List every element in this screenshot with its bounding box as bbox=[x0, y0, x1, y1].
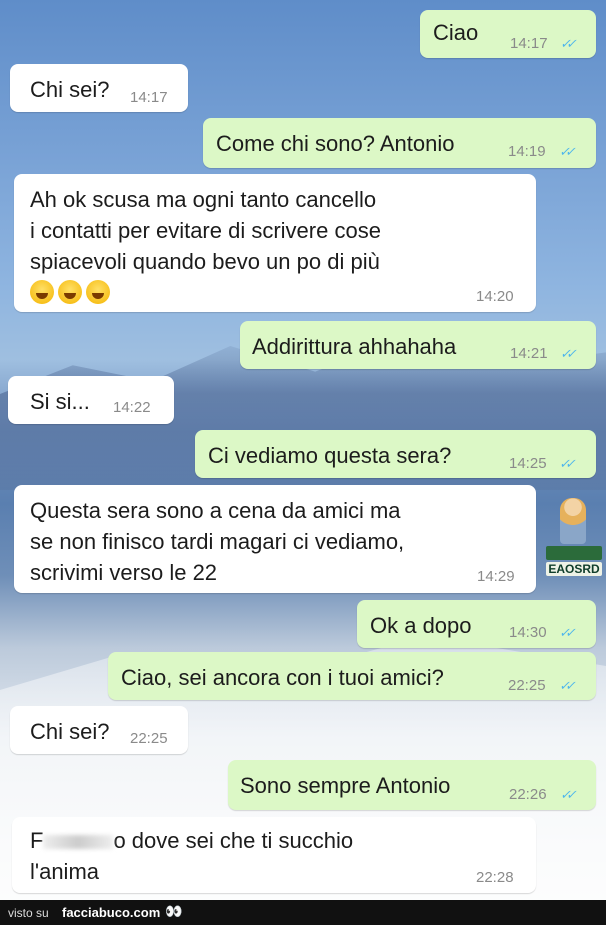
watermark-logo: EAOSRD bbox=[546, 496, 602, 582]
message-bubble-outgoing[interactable]: Come chi sono? Antonio 14:19 ✓✓ bbox=[203, 118, 596, 168]
message-bubble-incoming[interactable]: Ah ok scusa ma ogni tanto cancello i con… bbox=[14, 174, 536, 312]
read-receipt-icon: ✓✓ bbox=[560, 346, 577, 361]
message-text: Ciao bbox=[433, 20, 479, 45]
message-time: 22:25 bbox=[508, 677, 546, 694]
read-receipt-icon: ✓✓ bbox=[560, 787, 577, 802]
message-time: 22:26 bbox=[509, 786, 547, 803]
message-text: Sono sempre Antonio bbox=[240, 773, 451, 798]
laughing-emoji-icons bbox=[30, 280, 110, 304]
message-time: 14:17 bbox=[130, 89, 168, 106]
message-text: Ah ok scusa ma ogni tanto cancello i con… bbox=[30, 187, 381, 274]
message-bubble-incoming[interactable]: Si si... 14:22 bbox=[8, 376, 174, 424]
message-bubble-incoming[interactable]: Chi sei? 22:25 bbox=[10, 706, 188, 754]
message-time: 14:29 bbox=[477, 568, 515, 585]
message-text-start: F bbox=[30, 828, 44, 853]
message-time: 22:28 bbox=[476, 869, 514, 886]
footer-visto-label: visto su bbox=[8, 906, 49, 920]
message-bubble-outgoing[interactable]: Ciao 14:17 ✓✓ bbox=[420, 10, 596, 58]
message-time: 14:22 bbox=[113, 399, 151, 416]
message-text: Chi sei? bbox=[30, 719, 110, 744]
read-receipt-icon: ✓✓ bbox=[560, 36, 577, 51]
message-bubble-outgoing[interactable]: Sono sempre Antonio 22:26 ✓✓ bbox=[228, 760, 596, 810]
message-time: 14:30 bbox=[509, 624, 547, 641]
message-text: Come chi sono? Antonio bbox=[216, 131, 455, 156]
message-time: 22:25 bbox=[130, 730, 168, 747]
message-text: Chi sei? bbox=[30, 77, 110, 102]
read-receipt-icon: ✓✓ bbox=[559, 456, 576, 471]
message-text: Addirittura ahhahaha bbox=[252, 334, 457, 359]
read-receipt-icon: ✓✓ bbox=[559, 678, 576, 693]
message-text: Fo dove sei che ti succhio l'anima bbox=[30, 825, 353, 887]
message-bubble-incoming[interactable]: Fo dove sei che ti succhio l'anima 22:28 bbox=[12, 817, 536, 893]
message-time: 14:17 bbox=[510, 35, 548, 52]
message-text: Ci vediamo questa sera? bbox=[208, 443, 452, 468]
message-bubble-outgoing[interactable]: Addirittura ahhahaha 14:21 ✓✓ bbox=[240, 321, 596, 369]
censored-name-blur bbox=[43, 835, 114, 850]
message-text: Ok a dopo bbox=[370, 613, 472, 638]
message-bubble-outgoing[interactable]: Ok a dopo 14:30 ✓✓ bbox=[357, 600, 596, 648]
message-text: Questa sera sono a cena da amici ma se n… bbox=[30, 498, 405, 585]
message-bubble-outgoing[interactable]: Ci vediamo questa sera? 14:25 ✓✓ bbox=[195, 430, 596, 478]
read-receipt-icon: ✓✓ bbox=[559, 625, 576, 640]
message-time: 14:20 bbox=[476, 288, 514, 305]
message-text: Ciao, sei ancora con i tuoi amici? bbox=[121, 665, 444, 690]
message-text: Si si... bbox=[30, 389, 90, 414]
read-receipt-icon: ✓✓ bbox=[559, 144, 576, 159]
message-time: 14:21 bbox=[510, 345, 548, 362]
message-time: 14:25 bbox=[509, 455, 547, 472]
footer-bar: visto su facciabuco.com 👀 bbox=[0, 900, 606, 925]
message-bubble-incoming[interactable]: Questa sera sono a cena da amici ma se n… bbox=[14, 485, 536, 593]
footer-site-link[interactable]: facciabuco.com bbox=[62, 905, 160, 920]
message-bubble-outgoing[interactable]: Ciao, sei ancora con i tuoi amici? 22:25… bbox=[108, 652, 596, 700]
message-bubble-incoming[interactable]: Chi sei? 14:17 bbox=[10, 64, 188, 112]
message-time: 14:19 bbox=[508, 143, 546, 160]
watermark-brand: EAOSRD bbox=[546, 562, 602, 576]
eyes-icon: 👀 bbox=[165, 903, 182, 919]
